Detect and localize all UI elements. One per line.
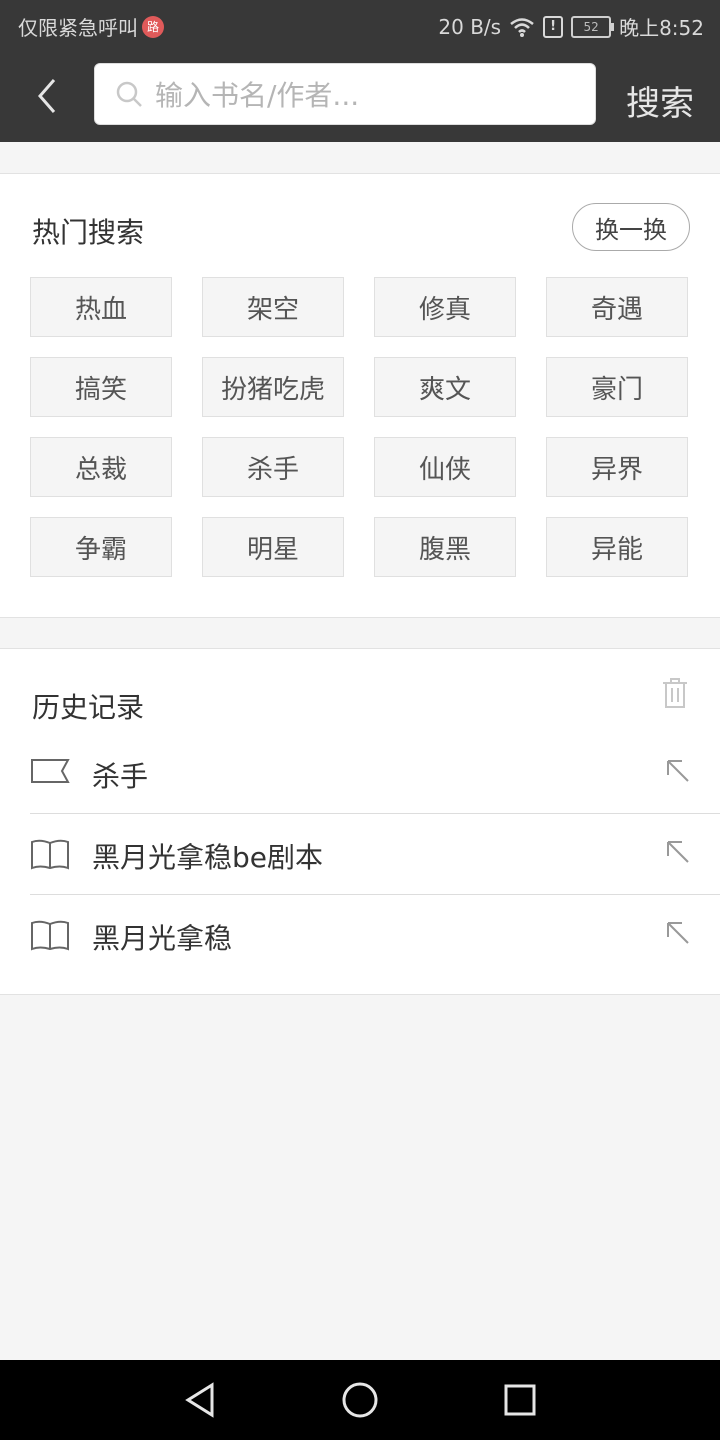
clear-history-button[interactable] bbox=[660, 677, 690, 713]
hot-tag[interactable]: 异界 bbox=[546, 437, 688, 497]
status-bar: 仅限紧急呼叫 路 20 B/s ! 52 晚上8:52 bbox=[0, 0, 720, 50]
history-list: 杀手 黑月光拿稳be剧本 黑月光拿稳 bbox=[30, 733, 720, 975]
history-title: 历史记录 bbox=[32, 691, 145, 724]
nav-back-button[interactable] bbox=[180, 1380, 220, 1424]
hot-tag[interactable]: 扮猪吃虎 bbox=[202, 357, 344, 417]
hot-tags-grid: 热血 架空 修真 奇遇 搞笑 扮猪吃虎 爽文 豪门 总裁 杀手 仙侠 异界 争霸… bbox=[30, 277, 690, 577]
search-box[interactable] bbox=[94, 63, 596, 125]
arrow-up-left-icon[interactable] bbox=[664, 838, 692, 866]
triangle-back-icon bbox=[185, 1382, 214, 1418]
hot-tag[interactable]: 架空 bbox=[202, 277, 344, 337]
circle-home-icon bbox=[342, 1382, 378, 1418]
hot-tag[interactable]: 热血 bbox=[30, 277, 172, 337]
wifi-icon bbox=[510, 17, 534, 37]
status-left: 仅限紧急呼叫 路 bbox=[18, 12, 164, 41]
nav-recents-button[interactable] bbox=[500, 1380, 540, 1424]
hot-tag[interactable]: 腹黑 bbox=[374, 517, 516, 577]
hot-tag[interactable]: 豪门 bbox=[546, 357, 688, 417]
search-icon bbox=[116, 81, 142, 107]
network-speed: 20 B/s bbox=[438, 14, 502, 39]
history-item[interactable]: 黑月光拿稳be剧本 bbox=[30, 814, 720, 895]
history-text: 黑月光拿稳be剧本 bbox=[92, 841, 324, 874]
trash-icon bbox=[663, 678, 687, 708]
history-item[interactable]: 黑月光拿稳 bbox=[30, 895, 720, 975]
clock: 晚上8:52 bbox=[619, 16, 704, 40]
hot-tag[interactable]: 修真 bbox=[374, 277, 516, 337]
square-recents-icon bbox=[504, 1384, 536, 1416]
hot-tag[interactable]: 爽文 bbox=[374, 357, 516, 417]
hot-tag[interactable]: 明星 bbox=[202, 517, 344, 577]
history-item[interactable]: 杀手 bbox=[30, 733, 720, 814]
search-input[interactable] bbox=[153, 74, 577, 116]
hot-tag[interactable]: 异能 bbox=[546, 517, 688, 577]
book-icon bbox=[31, 839, 69, 870]
hot-tag[interactable]: 杀手 bbox=[202, 437, 344, 497]
status-right: 20 B/s ! 52 晚上8:52 bbox=[438, 12, 704, 41]
carrier-text: 仅限紧急呼叫 bbox=[18, 16, 138, 40]
chevron-left-icon bbox=[38, 79, 56, 113]
history-text: 黑月光拿稳 bbox=[92, 922, 233, 955]
hot-tag[interactable]: 仙侠 bbox=[374, 437, 516, 497]
history-text: 杀手 bbox=[92, 760, 149, 793]
app-badge-icon: 路 bbox=[142, 15, 164, 38]
tag-icon bbox=[31, 759, 70, 783]
hot-tag[interactable]: 奇遇 bbox=[546, 277, 688, 337]
battery-icon: 52 bbox=[571, 15, 615, 38]
back-button[interactable] bbox=[28, 74, 68, 118]
battery-level: 52 bbox=[583, 19, 599, 34]
refresh-button[interactable]: 换一换 bbox=[572, 203, 690, 251]
hot-tag[interactable]: 搞笑 bbox=[30, 357, 172, 417]
history-section: 历史记录 杀手 黑月光拿稳be剧本 黑月光拿稳 bbox=[0, 648, 720, 995]
sim-alert-icon: ! bbox=[543, 15, 564, 38]
hot-tag[interactable]: 总裁 bbox=[30, 437, 172, 497]
hot-search-section: 热门搜索 换一换 热血 架空 修真 奇遇 搞笑 扮猪吃虎 爽文 豪门 总裁 杀手… bbox=[0, 173, 720, 618]
system-nav-bar bbox=[0, 1360, 720, 1440]
book-icon bbox=[31, 920, 69, 951]
search-header: 搜索 bbox=[0, 50, 720, 142]
nav-home-button[interactable] bbox=[340, 1380, 380, 1424]
search-button[interactable]: 搜索 bbox=[626, 76, 694, 125]
arrow-up-left-icon[interactable] bbox=[664, 757, 692, 785]
hot-tag[interactable]: 争霸 bbox=[30, 517, 172, 577]
hot-search-title: 热门搜索 bbox=[32, 216, 145, 249]
arrow-up-left-icon[interactable] bbox=[664, 919, 692, 947]
